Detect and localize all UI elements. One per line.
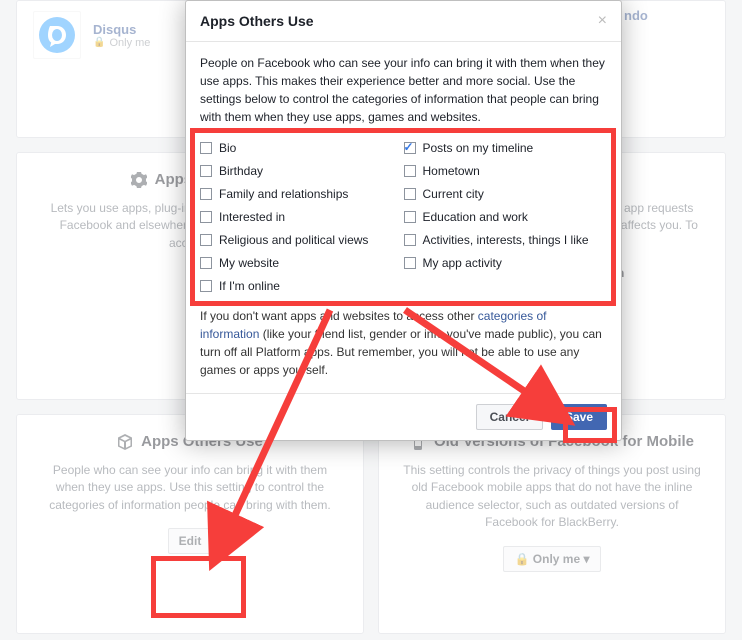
annotation-box-edit — [151, 556, 246, 618]
annotation-box-checkboxes — [190, 128, 616, 306]
dialog-description: People on Facebook who can see your info… — [200, 54, 607, 126]
cancel-button[interactable]: Cancel — [476, 404, 543, 430]
dialog-note: If you don't want apps and websites to a… — [200, 307, 607, 379]
annotation-box-save — [563, 407, 617, 443]
dialog-title: Apps Others Use — [200, 13, 314, 29]
close-icon[interactable]: × — [598, 14, 607, 28]
